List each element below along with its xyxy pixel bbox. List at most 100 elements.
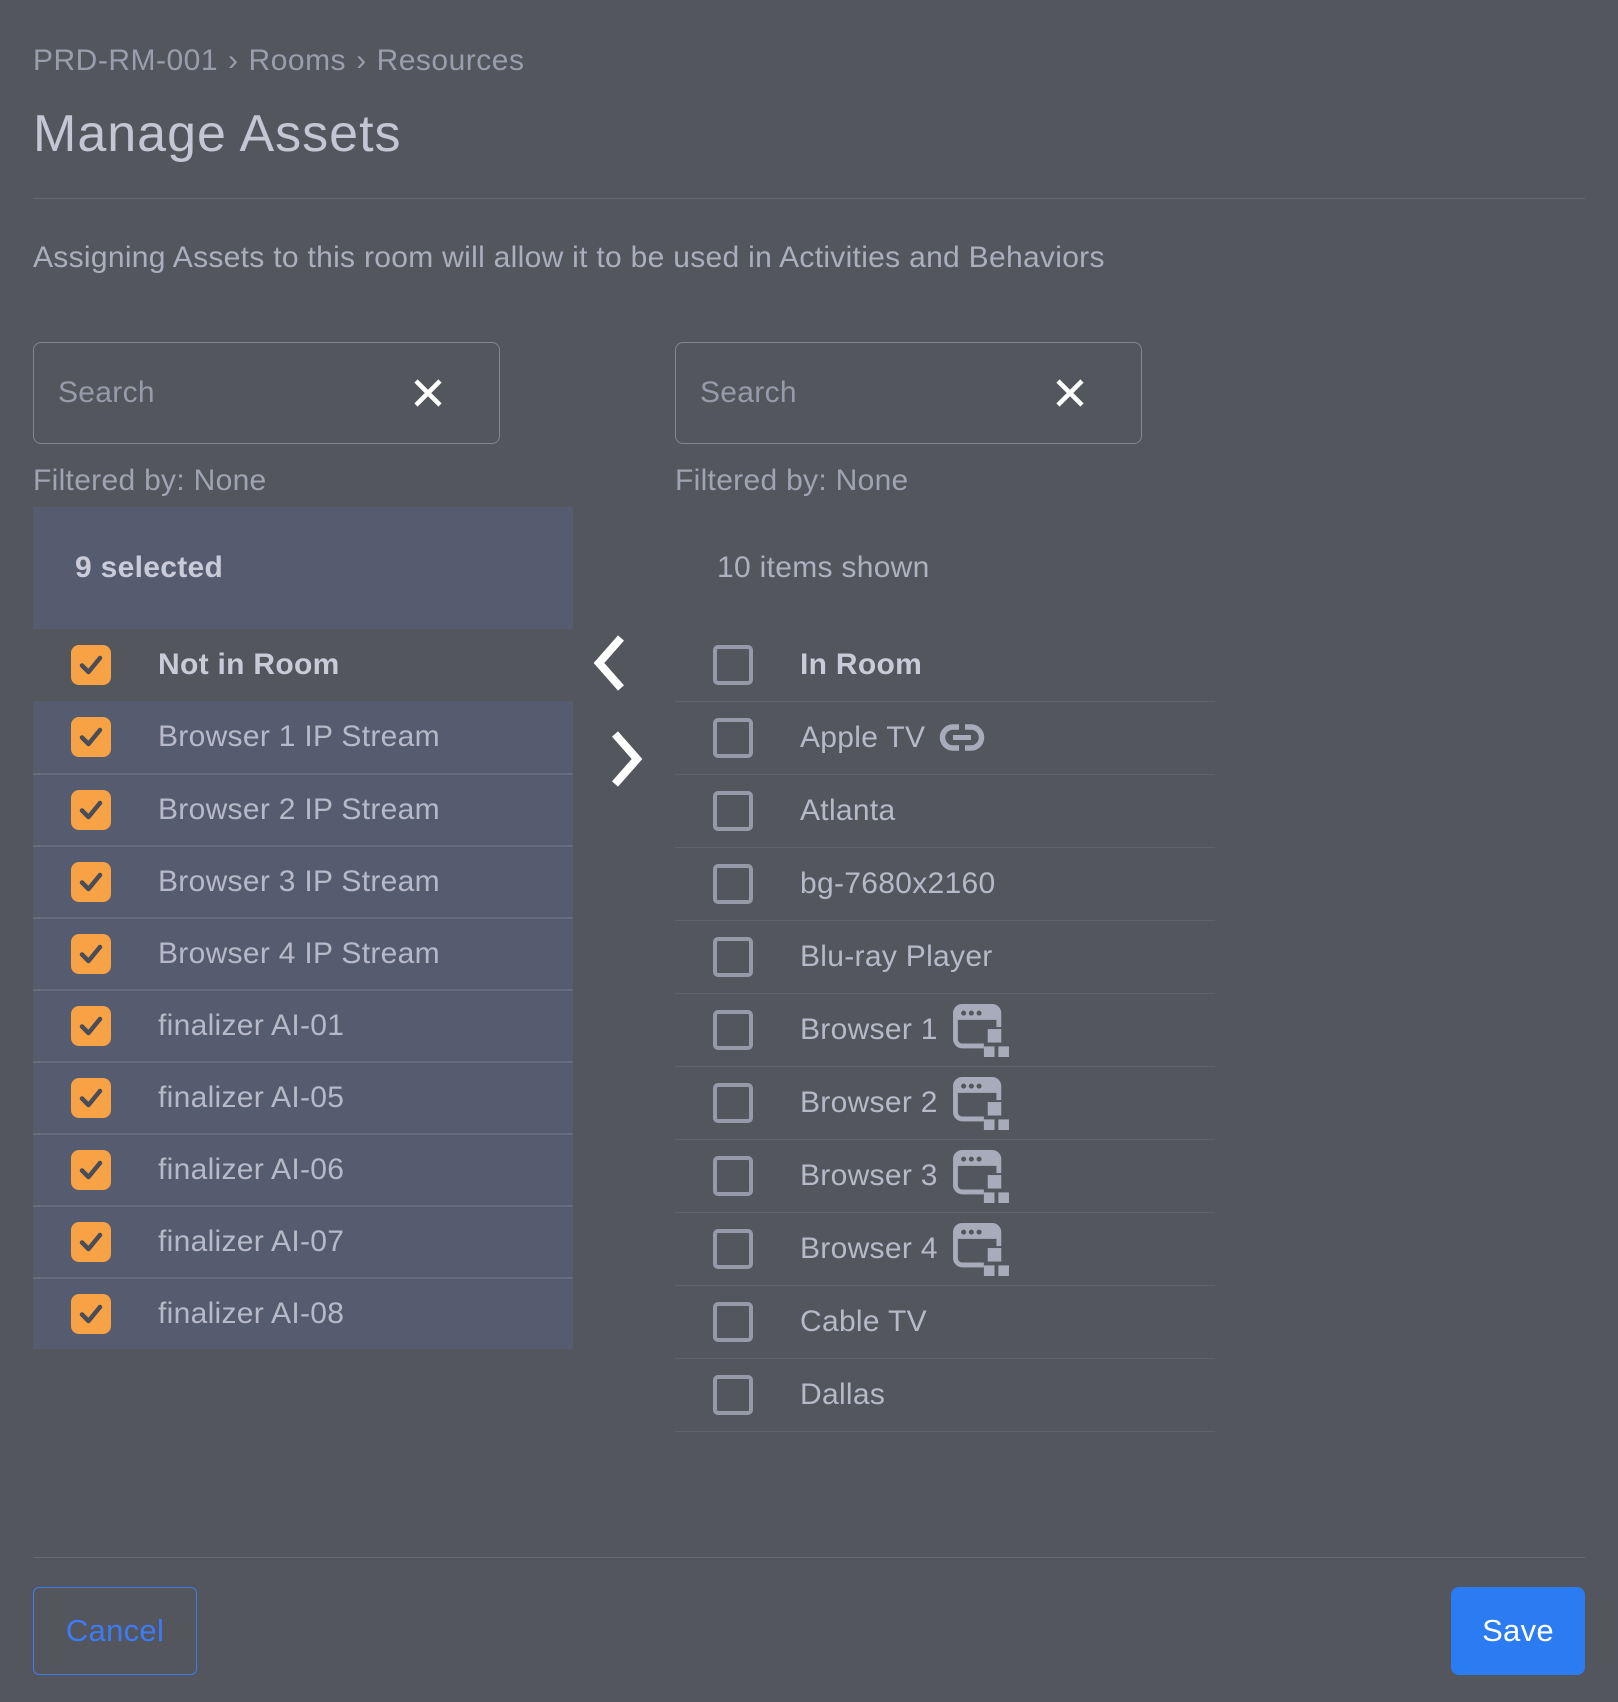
list-item[interactable]: bg-7680x2160 — [675, 848, 1215, 921]
list-item-label: Browser 4 IP Stream — [158, 937, 440, 971]
checkbox-checked[interactable] — [71, 862, 111, 902]
transfer-buttons — [573, 342, 675, 842]
list-item-label: Blu-ray Player — [800, 940, 993, 974]
checkbox-checked[interactable] — [71, 934, 111, 974]
list-item-label: Browser 4 — [800, 1232, 938, 1266]
header-divider — [33, 198, 1585, 199]
list-item[interactable]: Not in Room — [33, 629, 573, 701]
checkbox-checked[interactable] — [71, 1078, 111, 1118]
checkbox-checked[interactable] — [71, 717, 111, 757]
list-item-label: finalizer AI-06 — [158, 1153, 344, 1187]
not-in-room-panel: Filtered by: None 9 selected Not in Room… — [33, 342, 573, 1349]
list-item-label: Browser 2 IP Stream — [158, 793, 440, 827]
breadcrumb-item-room-id[interactable]: PRD-RM-001 — [33, 44, 218, 77]
list-item-label: In Room — [800, 648, 922, 682]
checkbox-checked[interactable] — [71, 1222, 111, 1262]
in-room-list: 10 items shown In RoomApple TVAtlantabg-… — [675, 507, 1215, 1432]
list-item[interactable]: finalizer AI-05 — [33, 1061, 573, 1133]
manage-assets-page: PRD-RM-001 › Rooms › Resources Manage Assets… — [0, 0, 1618, 1702]
checkbox-unchecked[interactable] — [713, 1302, 753, 1342]
list-item[interactable]: Cable TV — [675, 1286, 1215, 1359]
list-item[interactable]: Apple TV — [675, 702, 1215, 775]
breadcrumb-item-rooms[interactable]: Rooms — [249, 44, 347, 77]
checkbox-unchecked[interactable] — [713, 1375, 753, 1415]
list-item[interactable]: In Room — [675, 629, 1215, 702]
left-search-box — [33, 342, 500, 444]
checkbox-unchecked[interactable] — [713, 1229, 753, 1269]
list-item-label: finalizer AI-08 — [158, 1297, 344, 1331]
chevron-right-icon — [609, 776, 643, 791]
list-item[interactable]: Browser 2 — [675, 1067, 1215, 1140]
checkbox-checked[interactable] — [71, 1294, 111, 1334]
list-item[interactable]: finalizer AI-07 — [33, 1205, 573, 1277]
checkbox-unchecked[interactable] — [713, 718, 753, 758]
breadcrumb: PRD-RM-001 › Rooms › Resources — [33, 0, 1585, 78]
left-clear-search-button[interactable] — [409, 374, 447, 412]
browser-window-icon — [952, 1149, 1010, 1203]
list-item[interactable]: Browser 1 — [675, 994, 1215, 1067]
close-icon — [409, 400, 447, 415]
page-title: Manage Assets — [33, 104, 1585, 164]
footer: Cancel Save — [33, 1557, 1585, 1675]
checkbox-unchecked[interactable] — [713, 937, 753, 977]
breadcrumb-separator: › — [356, 44, 367, 77]
page-subtitle: Assigning Assets to this room will allow… — [33, 241, 1585, 275]
checkbox-unchecked[interactable] — [713, 791, 753, 831]
list-item[interactable]: Browser 4 IP Stream — [33, 917, 573, 989]
list-item-label: finalizer AI-05 — [158, 1081, 344, 1115]
list-item[interactable]: Blu-ray Player — [675, 921, 1215, 994]
transfer-list-container: Filtered by: None 9 selected Not in Room… — [33, 342, 1585, 1432]
list-item[interactable]: finalizer AI-01 — [33, 989, 573, 1061]
not-in-room-list: 9 selected Not in Room Browser 1 IP Strea… — [33, 507, 573, 1349]
checkbox-unchecked[interactable] — [713, 864, 753, 904]
move-left-button[interactable] — [593, 634, 627, 692]
left-search-input[interactable] — [34, 343, 548, 443]
selected-count-header: 9 selected — [33, 507, 573, 629]
list-item-label: Browser 3 — [800, 1159, 938, 1193]
browser-window-icon — [952, 1222, 1010, 1276]
list-item[interactable]: Atlanta — [675, 775, 1215, 848]
list-item-label: bg-7680x2160 — [800, 867, 995, 901]
browser-window-icon — [952, 1003, 1010, 1057]
list-item[interactable]: Browser 2 IP Stream — [33, 773, 573, 845]
save-button[interactable]: Save — [1451, 1587, 1585, 1675]
list-item-label: finalizer AI-07 — [158, 1225, 344, 1259]
list-item[interactable]: Dallas — [675, 1359, 1215, 1432]
footer-buttons: Cancel Save — [33, 1587, 1585, 1675]
list-item[interactable]: Browser 4 — [675, 1213, 1215, 1286]
checkbox-unchecked[interactable] — [713, 1010, 753, 1050]
chevron-left-icon — [593, 680, 627, 695]
breadcrumb-separator: › — [228, 44, 239, 77]
list-item[interactable]: Browser 1 IP Stream — [33, 701, 573, 773]
list-item-label: Browser 1 — [800, 1013, 938, 1047]
right-search-input[interactable] — [676, 343, 1190, 443]
list-item[interactable]: Browser 3 — [675, 1140, 1215, 1213]
list-item-label: Browser 2 — [800, 1086, 938, 1120]
checkbox-checked[interactable] — [71, 1150, 111, 1190]
close-icon — [1051, 400, 1089, 415]
checkbox-unchecked[interactable] — [713, 645, 753, 685]
in-room-panel: Filtered by: None 10 items shown In Room… — [675, 342, 1215, 1432]
checkbox-unchecked[interactable] — [713, 1156, 753, 1196]
list-item[interactable]: finalizer AI-08 — [33, 1277, 573, 1349]
list-item-label: Cable TV — [800, 1305, 927, 1339]
list-item[interactable]: finalizer AI-06 — [33, 1133, 573, 1205]
browser-window-icon — [952, 1076, 1010, 1130]
list-item-label: finalizer AI-01 — [158, 1009, 344, 1043]
checkbox-checked[interactable] — [71, 790, 111, 830]
left-filtered-by-label: Filtered by: None — [33, 464, 573, 498]
cancel-button[interactable]: Cancel — [33, 1587, 197, 1675]
right-clear-search-button[interactable] — [1051, 374, 1089, 412]
checkbox-unchecked[interactable] — [713, 1083, 753, 1123]
not-in-room-rows: Not in Room Browser 1 IP Stream Browser 2 … — [33, 629, 573, 1349]
list-item[interactable]: Browser 3 IP Stream — [33, 845, 573, 917]
checkbox-checked[interactable] — [71, 645, 111, 685]
list-item-label: Atlanta — [800, 794, 896, 828]
right-filtered-by-label: Filtered by: None — [675, 464, 1215, 498]
checkbox-checked[interactable] — [71, 1006, 111, 1046]
right-search-box — [675, 342, 1142, 444]
move-right-button[interactable] — [609, 730, 643, 788]
list-item-label: Browser 1 IP Stream — [158, 720, 440, 754]
list-item-label: Not in Room — [158, 648, 340, 682]
breadcrumb-item-resources[interactable]: Resources — [377, 44, 525, 77]
